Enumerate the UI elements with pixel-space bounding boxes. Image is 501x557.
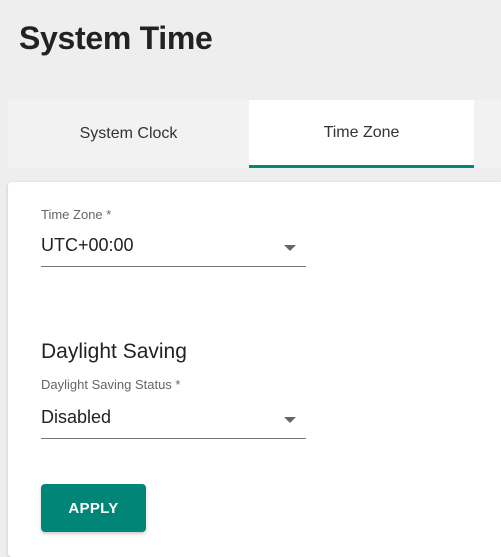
daylight-saving-heading: Daylight Saving (41, 340, 187, 363)
tab-bar: System Clock Time Zone (8, 100, 501, 168)
tab-label: System Clock (79, 125, 178, 142)
tab-time-zone[interactable]: Time Zone (249, 100, 474, 168)
time-zone-value: UTC+00:00 (41, 235, 134, 255)
settings-card: Time Zone * UTC+00:00 Daylight Saving Da… (8, 182, 501, 557)
tab-bar-filler (474, 100, 501, 168)
time-zone-label: Time Zone * (41, 207, 112, 222)
tab-system-clock[interactable]: System Clock (8, 100, 249, 168)
daylight-saving-status-label: Daylight Saving Status * (41, 377, 181, 392)
chevron-down-icon (284, 417, 296, 423)
page-title: System Time (19, 20, 213, 56)
time-zone-select[interactable]: UTC+00:00 (41, 235, 306, 267)
apply-button[interactable]: APPLY (41, 484, 146, 532)
daylight-saving-status-value: Disabled (41, 407, 112, 427)
tab-label: Time Zone (323, 123, 400, 141)
daylight-saving-status-select[interactable]: Disabled (41, 407, 306, 439)
chevron-down-icon (284, 245, 296, 251)
